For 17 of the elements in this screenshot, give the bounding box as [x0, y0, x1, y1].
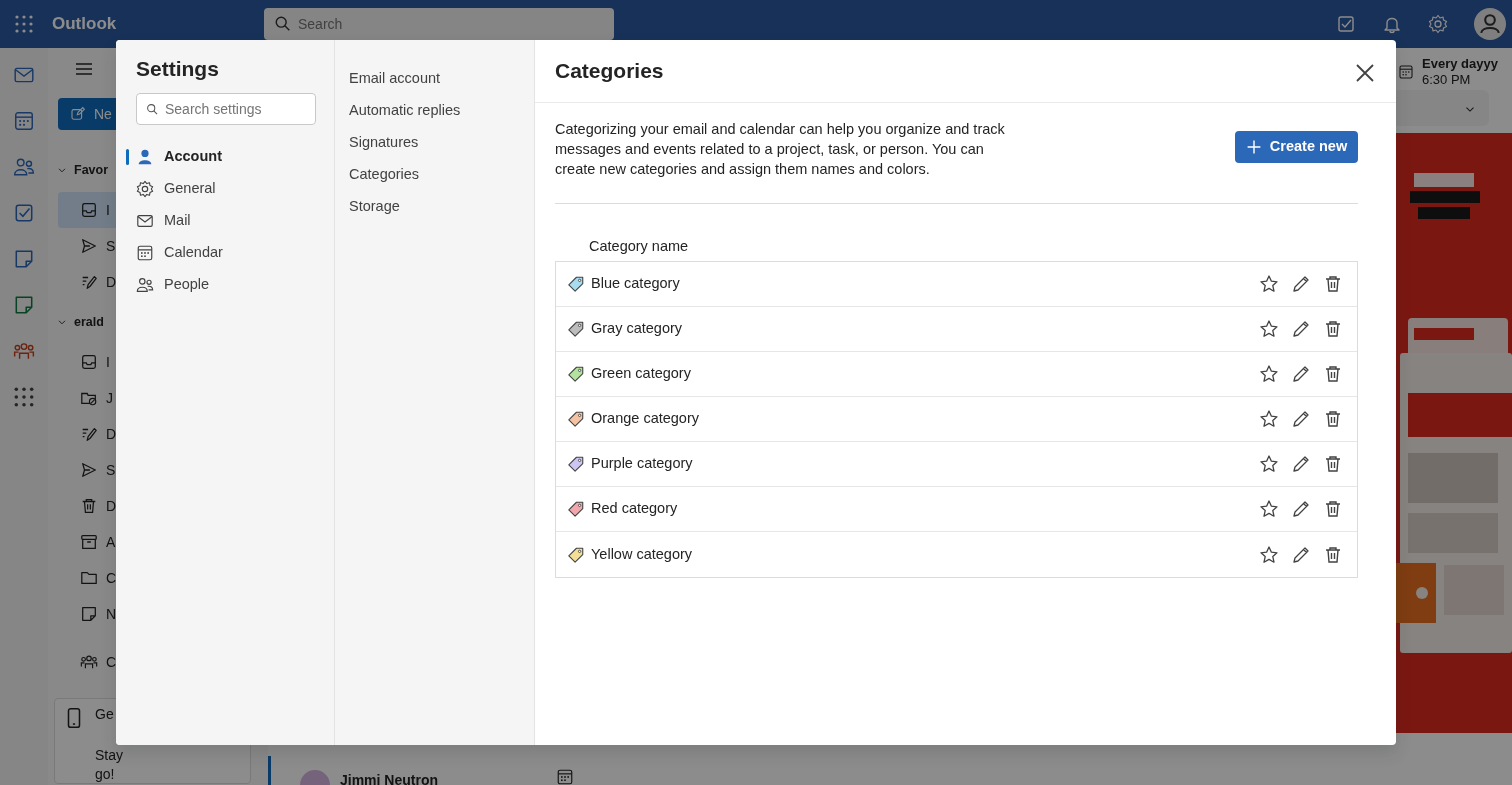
category-name: Green category	[591, 364, 691, 384]
promo-text: Stay	[95, 746, 124, 765]
category-name: Red category	[591, 499, 678, 519]
category-name: Yellow category	[591, 544, 693, 564]
promo-text: Ge	[95, 705, 115, 724]
event-time: 6:30 PM	[1422, 72, 1472, 88]
app-title: Outlook	[52, 13, 118, 36]
category-name: Gray category	[591, 319, 683, 339]
category-name: Blue category	[591, 274, 680, 294]
dialog-title: Settings	[136, 56, 220, 82]
column-header: Category name	[588, 237, 690, 256]
category-name: Orange category	[591, 409, 699, 429]
sender-name: Jimmi Neutron	[340, 771, 438, 785]
promo-text: go!	[95, 765, 116, 784]
page-title: Categories	[555, 58, 664, 84]
category-name: Purple category	[591, 454, 693, 474]
description-text: Categorizing your email and calendar can help you organize and track messages and events related to a project, task, or person. You can create new categories and assign them names and colors.	[555, 120, 1006, 179]
